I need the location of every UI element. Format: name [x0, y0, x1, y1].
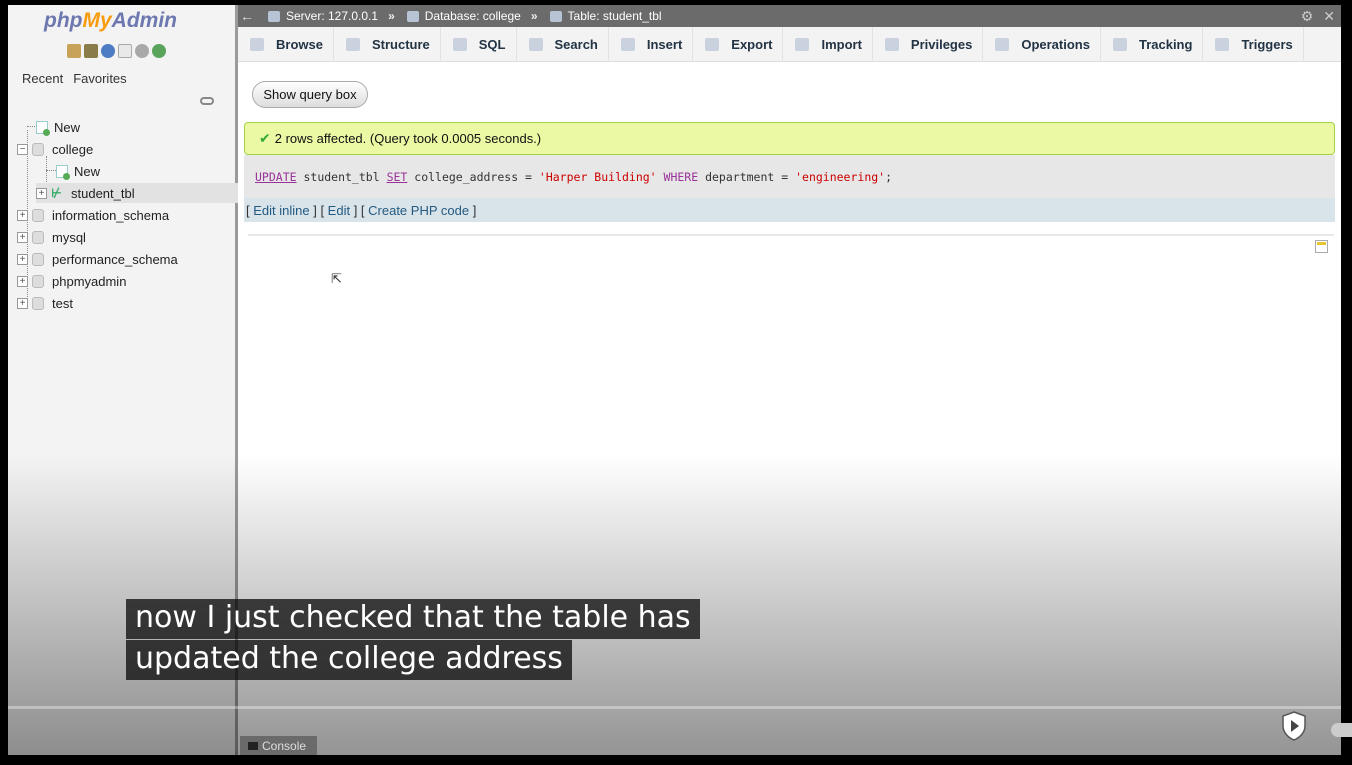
tab-sql[interactable]: SQL: [441, 27, 517, 62]
table-tabs: Browse Structure SQL Search Insert Expor…: [238, 27, 1341, 62]
divider: [248, 234, 1334, 236]
expand-icon[interactable]: +: [17, 231, 28, 243]
tree-item-college-new[interactable]: New: [56, 161, 100, 181]
breadcrumb-bar: ← Server: 127.0.0.1 » Database: college …: [238, 5, 1341, 27]
shield-play-icon[interactable]: [1281, 711, 1307, 741]
tree-item-new[interactable]: New: [36, 117, 80, 137]
expand-icon[interactable]: +: [17, 275, 28, 287]
tree-item-student-tbl[interactable]: + ⊬ student_tbl: [36, 183, 238, 203]
table-icon: [549, 10, 562, 22]
app-window: phpMyAdmin Recent Favorites New − colleg…: [8, 5, 1341, 755]
mouse-cursor-icon: ⇱: [331, 271, 342, 286]
video-caption: now I just checked that the table has up…: [126, 599, 700, 680]
console-button[interactable]: Console: [240, 736, 317, 755]
favorites-tab[interactable]: Favorites: [73, 71, 126, 86]
tab-search[interactable]: Search: [517, 27, 609, 62]
settings-gear-icon[interactable]: ⚙: [1301, 8, 1314, 25]
tree-item-test[interactable]: + test: [17, 293, 73, 313]
create-php-code-link[interactable]: Create PHP code: [368, 203, 469, 218]
expand-icon[interactable]: +: [17, 253, 28, 265]
database-icon: [32, 142, 44, 156]
database-icon: [32, 208, 44, 222]
privileges-icon: [884, 38, 899, 51]
tree-item-information-schema[interactable]: + information_schema: [17, 205, 169, 225]
sql-keyword-set[interactable]: SET: [387, 170, 408, 184]
breadcrumb-database[interactable]: Database: college »: [406, 9, 538, 23]
home-icon[interactable]: [67, 44, 81, 58]
tree-item-mysql[interactable]: + mysql: [17, 227, 86, 247]
docs-icon[interactable]: [118, 44, 132, 58]
check-icon: ✔: [259, 130, 271, 146]
link-icon[interactable]: [200, 97, 214, 105]
tab-triggers[interactable]: Triggers: [1203, 27, 1304, 62]
database-icon: [32, 252, 44, 266]
quick-icons: [67, 44, 166, 58]
tab-tracking[interactable]: Tracking: [1101, 27, 1204, 62]
autoplay-toggle[interactable]: [1331, 723, 1352, 737]
collapse-icon[interactable]: −: [17, 143, 28, 155]
sql-query-display: UPDATE student_tbl SET college_address =…: [244, 155, 1335, 198]
export-icon: [705, 38, 720, 51]
breadcrumb-table[interactable]: Table: student_tbl: [549, 9, 662, 23]
reload-icon[interactable]: [152, 44, 166, 58]
caption-line-2: updated the college address: [126, 640, 572, 680]
expand-icon[interactable]: +: [17, 297, 28, 309]
tab-insert[interactable]: Insert: [609, 27, 694, 62]
recent-favorites-tabs: Recent Favorites: [22, 71, 127, 86]
phpmyadmin-logo[interactable]: phpMyAdmin: [44, 9, 177, 33]
tab-operations[interactable]: Operations: [983, 27, 1101, 62]
console-icon: [248, 741, 258, 750]
triggers-icon: [1215, 38, 1230, 51]
wrench-icon: [995, 38, 1010, 51]
caption-line-1: now I just checked that the table has: [126, 599, 700, 639]
new-icon: [36, 120, 50, 136]
database-icon: [32, 274, 44, 288]
eye-icon: [1112, 38, 1127, 51]
edit-link[interactable]: Edit: [328, 203, 350, 218]
table-icon: ⊬: [51, 186, 62, 200]
show-query-box-button[interactable]: Show query box: [252, 81, 368, 108]
new-icon: [56, 164, 70, 180]
breadcrumb-server[interactable]: Server: 127.0.0.1 »: [268, 9, 395, 23]
tree-item-phpmyadmin[interactable]: + phpmyadmin: [17, 271, 126, 291]
search-icon: [528, 38, 543, 51]
sql-keyword-where: WHERE: [656, 169, 699, 184]
expand-icon[interactable]: +: [36, 187, 47, 199]
tab-import[interactable]: Import: [783, 27, 873, 62]
import-icon: [795, 38, 810, 51]
structure-icon: [345, 38, 360, 51]
insert-icon: [620, 38, 635, 51]
collapse-icon[interactable]: ✕: [1323, 8, 1335, 25]
success-message: ✔ 2 rows affected. (Query took 0.0005 se…: [244, 122, 1335, 155]
results-options-icon[interactable]: [1315, 240, 1328, 253]
edit-inline-link[interactable]: Edit inline: [253, 203, 309, 218]
logout-icon[interactable]: [84, 44, 98, 58]
help-icon[interactable]: [101, 44, 115, 58]
tab-browse[interactable]: Browse: [238, 27, 334, 62]
tree-item-performance-schema[interactable]: + performance_schema: [17, 249, 178, 269]
video-progress-bar[interactable]: [8, 706, 1341, 709]
database-icon: [32, 296, 44, 310]
database-icon: [32, 230, 44, 244]
sql-icon: [452, 38, 467, 51]
back-arrow-icon[interactable]: ←: [240, 8, 256, 24]
tab-structure[interactable]: Structure: [334, 27, 441, 62]
expand-icon[interactable]: +: [17, 209, 28, 221]
browse-icon: [250, 38, 264, 51]
server-icon: [268, 10, 280, 22]
sql-keyword-update[interactable]: UPDATE: [255, 170, 297, 184]
tab-privileges[interactable]: Privileges: [873, 27, 984, 62]
tree-item-college[interactable]: − college: [17, 139, 93, 159]
tab-export[interactable]: Export: [693, 27, 784, 62]
recent-tab[interactable]: Recent: [22, 71, 63, 86]
database-icon: [406, 10, 419, 22]
sql-action-links: [ Edit inline ] [ Edit ] [ Create PHP co…: [244, 198, 1335, 222]
gear-icon[interactable]: [135, 44, 149, 58]
